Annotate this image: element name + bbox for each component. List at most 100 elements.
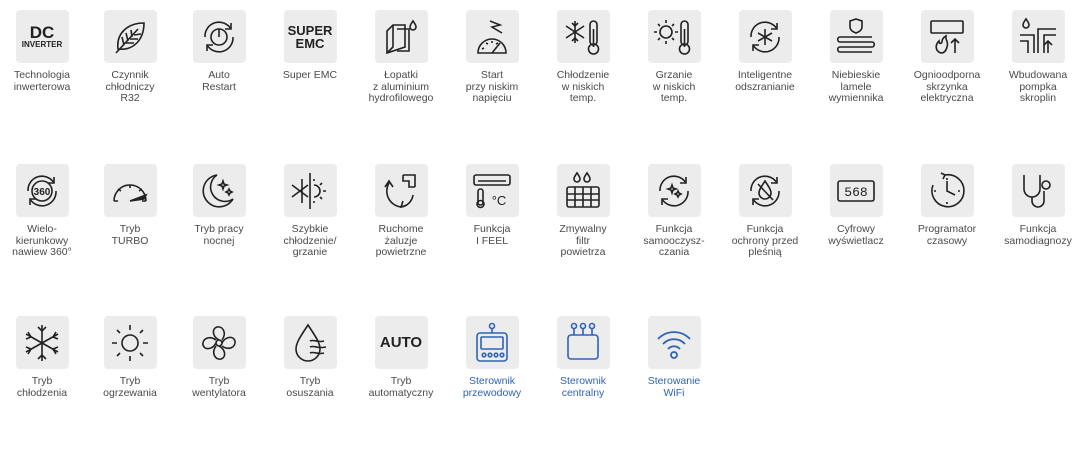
- snow-sun-icon: [283, 164, 337, 217]
- ifeel-remote-icon: °C: [465, 164, 519, 217]
- feature-low-voltage-start: Start przy niskim napięciu: [447, 10, 537, 105]
- wired-controller-icon: [465, 316, 519, 369]
- feature-ifeel: °C Funkcja I FEEL: [447, 164, 537, 247]
- moon-stars-icon: [192, 164, 246, 217]
- swing-louver-icon: [374, 164, 428, 217]
- feature-label: Niebieskie lamele wymiennika: [828, 69, 884, 104]
- feature-central-controller: Sterownik centralny: [538, 316, 628, 399]
- super-emc-icon: SUPER EMC: [283, 10, 337, 63]
- leaf-icon: [103, 10, 157, 63]
- feature-label: Sterownik centralny: [559, 375, 607, 399]
- svg-text:568: 568: [844, 185, 867, 200]
- feature-label: Tryb ogrzewania: [103, 375, 157, 399]
- feature-r32: Czynnik chłodniczy R32: [85, 10, 175, 105]
- svg-text:°C: °C: [492, 193, 507, 208]
- feature-label: Super EMC: [282, 69, 338, 81]
- feature-fireproof-box: Ognioodporna skrzynka elektryczna: [902, 10, 992, 105]
- feature-label: Tryb chłodzenia: [16, 375, 68, 399]
- feature-label: Sterowanie WiFi: [647, 375, 701, 399]
- feature-wifi-control: Sterowanie WiFi: [629, 316, 719, 399]
- feature-label: Funkcja ochrony przed pleśnią: [731, 223, 799, 258]
- feature-label: Szybkie chłodzenie/ grzanie: [283, 223, 337, 258]
- anti-mold-icon: [738, 164, 792, 217]
- feature-hydrophilic-fins: Łopatki z aluminium hydrofilowego: [356, 10, 446, 105]
- low-voltage-gauge-icon: [465, 10, 519, 63]
- feature-night-mode: Tryb pracy nocnej: [174, 164, 264, 247]
- feature-self-clean: Funkcja samooczysz- czania: [629, 164, 719, 259]
- feature-label: Tryb osuszania: [286, 375, 334, 399]
- snowflake-thermometer-icon: [556, 10, 610, 63]
- fireproof-box-icon: [920, 10, 974, 63]
- feature-blue-fins: Niebieskie lamele wymiennika: [811, 10, 901, 105]
- feature-label: Czynnik chłodniczy R32: [105, 69, 155, 104]
- feature-wired-controller: Sterownik przewodowy: [447, 316, 537, 399]
- feature-label: Ruchome żaluzje powietrzne: [375, 223, 427, 258]
- feature-label: Tryb wentylatora: [192, 375, 246, 399]
- smart-defrost-icon: [738, 10, 792, 63]
- washable-filter-icon: [556, 164, 610, 217]
- feature-heating-mode: Tryb ogrzewania: [85, 316, 175, 399]
- feature-label: Łopatki z aluminium hydrofilowego: [368, 69, 434, 104]
- feature-dc-inverter: DC INVERTER Technologia inwerterowa: [0, 10, 87, 93]
- feature-label: Start przy niskim napięciu: [465, 69, 519, 104]
- feature-fan-mode: Tryb wentylatora: [174, 316, 264, 399]
- feature-label: Zmywalny filtr powietrza: [559, 223, 607, 258]
- dry-droplet-icon: [283, 316, 337, 369]
- feature-label: Wbudowana pompka skroplin: [1008, 69, 1068, 104]
- feature-row-2: 360 Wielo- kierunkowy nawiew 360° Tryb T…: [0, 164, 1084, 304]
- feature-anti-mold: Funkcja ochrony przed pleśnią: [720, 164, 810, 259]
- feature-label: Grzanie w niskich temp.: [652, 69, 696, 104]
- heating-sun-icon: [103, 316, 157, 369]
- feature-360-airflow: 360 Wielo- kierunkowy nawiew 360°: [0, 164, 87, 259]
- feature-label: Wielo- kierunkowy nawiew 360°: [12, 223, 72, 258]
- feature-fast-cool-heat: Szybkie chłodzenie/ grzanie: [265, 164, 355, 259]
- feature-label: Technologia inwerterowa: [13, 69, 71, 93]
- feature-label: Inteligentne odszranianie: [735, 69, 795, 93]
- feature-label: Programator czasowy: [917, 223, 977, 247]
- feature-swing-louvers: Ruchome żaluzje powietrzne: [356, 164, 446, 259]
- feature-label: Chłodzenie w niskich temp.: [556, 69, 610, 104]
- feature-dry-mode: Tryb osuszania: [265, 316, 355, 399]
- wifi-icon: [647, 316, 701, 369]
- feature-label: Funkcja samooczysz- czania: [643, 223, 705, 258]
- dc-inverter-icon: DC INVERTER: [15, 10, 69, 63]
- feature-low-temp-heating: Grzanie w niskich temp.: [629, 10, 719, 105]
- fan-icon: [192, 316, 246, 369]
- central-controller-icon: [556, 316, 610, 369]
- feature-label: Tryb TURBO: [111, 223, 149, 247]
- airflow-360-icon: 360: [15, 164, 69, 217]
- feature-row-3: Tryb chłodzenia Tryb ogrzewania Tryb wen…: [0, 316, 1084, 456]
- feature-row-1: DC INVERTER Technologia inwerterowa Czynn…: [0, 10, 1084, 150]
- feature-auto-mode: AUTO Tryb automatyczny: [356, 316, 446, 399]
- feature-condensate-pump: Wbudowana pompka skroplin: [993, 10, 1083, 105]
- sun-thermometer-icon: [647, 10, 701, 63]
- auto-mode-icon: AUTO: [374, 316, 428, 369]
- digital-display-icon: 568: [829, 164, 883, 217]
- stethoscope-icon: [1011, 164, 1065, 217]
- feature-digital-display: 568 Cyfrowy wyświetlacz: [811, 164, 901, 247]
- fin-droplet-icon: [374, 10, 428, 63]
- blue-fins-shield-icon: [829, 10, 883, 63]
- feature-label: Funkcja I FEEL: [473, 223, 511, 247]
- feature-turbo: Tryb TURBO: [85, 164, 175, 247]
- feature-label: Auto Restart: [202, 69, 236, 93]
- feature-label: Ognioodporna skrzynka elektryczna: [913, 69, 981, 104]
- feature-label: Tryb automatyczny: [368, 375, 434, 399]
- feature-label: Cyfrowy wyświetlacz: [828, 223, 884, 247]
- feature-smart-defrost: Inteligentne odszranianie: [720, 10, 810, 93]
- timer-clock-icon: [920, 164, 974, 217]
- feature-self-diagnosis: Funkcja samodiagnozy: [993, 164, 1083, 247]
- feature-label: Sterownik przewodowy: [462, 375, 522, 399]
- feature-low-temp-cooling: Chłodzenie w niskich temp.: [538, 10, 628, 105]
- feature-timer: Programator czasowy: [902, 164, 992, 247]
- svg-text:360: 360: [34, 187, 51, 198]
- feature-label: Tryb pracy nocnej: [194, 223, 244, 247]
- feature-washable-filter: Zmywalny filtr powietrza: [538, 164, 628, 259]
- feature-cooling-mode: Tryb chłodzenia: [0, 316, 87, 399]
- self-clean-icon: [647, 164, 701, 217]
- cooling-snowflake-icon: [15, 316, 69, 369]
- feature-super-emc: SUPER EMC Super EMC: [265, 10, 355, 82]
- turbo-gauge-icon: [103, 164, 157, 217]
- condensate-pump-icon: [1011, 10, 1065, 63]
- power-restart-icon: [192, 10, 246, 63]
